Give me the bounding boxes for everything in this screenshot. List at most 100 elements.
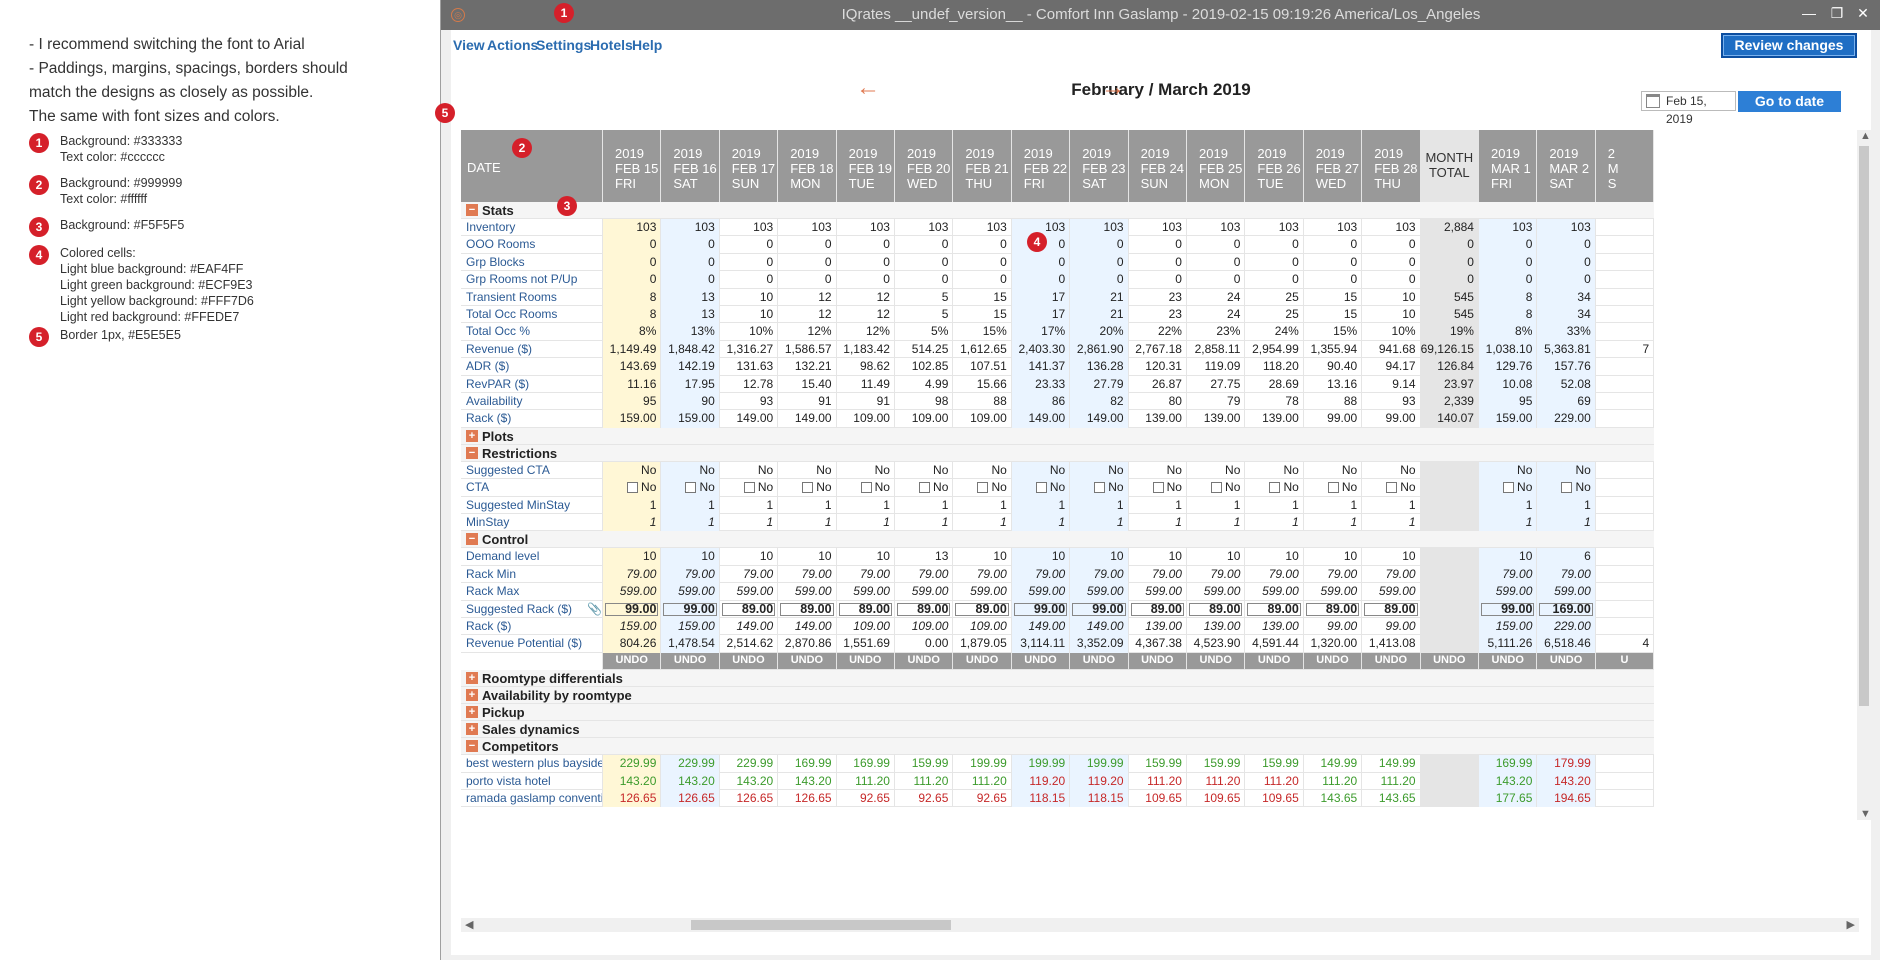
collapse-icon[interactable]: − [466,740,478,753]
section-row[interactable]: + Sales dynamics [461,721,1655,739]
table-cell[interactable]: No [1245,479,1304,497]
table-cell[interactable]: No [837,479,895,497]
cta-checkbox[interactable] [627,482,639,494]
undo-button[interactable]: UNDO [1479,652,1538,671]
date-column-header[interactable]: 2019 FEB 25 MON [1187,130,1246,202]
cta-checkbox[interactable] [685,482,697,494]
table-cell[interactable]: 89.00 [1245,600,1304,618]
month-total-header[interactable]: MONTH TOTAL [1420,130,1479,202]
undo-button[interactable]: UNDO [895,652,954,671]
undo-button[interactable]: UNDO [778,652,837,671]
scroll-down-icon[interactable]: ▼ [1860,808,1871,820]
table-cell[interactable]: No [603,479,662,497]
scroll-left-icon[interactable]: ◀ [465,918,473,931]
table-cell[interactable]: 89.00 [895,600,954,618]
section-row[interactable]: − Stats [461,202,1655,219]
date-column-header[interactable]: 2019 FEB 17 SUN [720,130,779,202]
undo-button[interactable]: UNDO [1245,652,1304,671]
cta-checkbox[interactable] [1094,482,1106,494]
table-cell[interactable]: No [1537,479,1596,497]
menu-settings[interactable]: Settings [536,37,591,53]
cta-checkbox[interactable] [919,482,931,494]
table-cell[interactable] [1596,479,1655,497]
table-cell[interactable]: No [1011,479,1071,497]
date-column-header[interactable]: 2019 FEB 22 FRI [1012,130,1071,202]
table-cell[interactable]: No [1304,479,1363,497]
date-column-header[interactable]: 2019 FEB 15 FRI [603,130,662,202]
expand-icon[interactable]: + [466,429,478,442]
table-cell[interactable] [1420,479,1479,497]
cta-checkbox[interactable] [743,482,755,494]
table-cell[interactable] [1420,600,1479,618]
section-row[interactable]: − Competitors [461,738,1655,756]
table-cell[interactable]: 89.00 [778,600,837,618]
table-cell[interactable]: 99.00 [1479,600,1538,618]
collapse-icon[interactable]: − [466,533,478,546]
table-cell[interactable]: 89.00 [1362,600,1421,618]
section-row[interactable]: + Pickup [461,704,1655,722]
scroll-up-icon[interactable]: ▲ [1860,130,1871,142]
menu-hotels[interactable]: Hotels [590,37,633,53]
undo-button[interactable]: UNDO [1537,652,1596,671]
table-cell[interactable]: No [953,479,1012,497]
undo-button[interactable]: U [1596,652,1655,671]
date-column-header[interactable]: 2019 FEB 27 WED [1304,130,1363,202]
undo-button[interactable]: UNDO [720,652,779,671]
undo-button[interactable]: UNDO [1129,652,1187,671]
date-column-header[interactable]: 2019 MAR 2 SAT [1537,130,1596,202]
date-column-header[interactable]: 2019 FEB 18 MON [778,130,837,202]
section-row[interactable]: + Plots [461,427,1655,445]
menu-view[interactable]: View [453,37,485,53]
cta-checkbox[interactable] [1269,482,1281,494]
table-cell[interactable]: No [661,479,720,497]
cta-checkbox[interactable] [1211,482,1223,494]
undo-button[interactable]: UNDO [1187,652,1246,671]
table-cell[interactable]: No [895,479,954,497]
undo-button[interactable]: UNDO [1421,652,1479,671]
vertical-scroll-thumb[interactable] [1859,146,1869,706]
section-row[interactable]: + Availability by roomtype [461,687,1655,705]
section-row[interactable]: + Roomtype differentials [461,670,1655,688]
cta-checkbox[interactable] [1035,482,1047,494]
cta-checkbox[interactable] [1561,482,1573,494]
table-cell[interactable]: 89.00 [1304,600,1363,618]
table-cell[interactable]: 89.00 [1187,600,1246,618]
table-cell[interactable]: No [778,479,837,497]
minimize-button[interactable]: — [1797,2,1821,24]
undo-button[interactable]: UNDO [661,652,720,671]
undo-button[interactable]: UNDO [603,652,662,671]
date-column-header[interactable]: 2019 FEB 26 TUE [1245,130,1304,202]
date-column-header[interactable]: 2019 MAR 1 FRI [1479,130,1538,202]
expand-icon[interactable]: + [466,689,478,702]
table-cell[interactable]: 99.00 [1011,600,1071,618]
date-input[interactable]: Feb 15, 2019 [1641,91,1736,126]
cta-checkbox[interactable] [1327,482,1339,494]
date-column-header[interactable]: 2019 FEB 28 THU [1362,130,1421,202]
date-column-header[interactable]: 2019 FEB 23 SAT [1070,130,1129,202]
go-to-date-button[interactable]: Go to date [1738,91,1841,112]
menu-help[interactable]: Help [632,37,662,53]
expand-icon[interactable]: + [466,706,478,719]
date-column-header[interactable]: 2019 FEB 16 SAT [661,130,720,202]
undo-button[interactable]: UNDO [1070,652,1129,671]
horizontal-scroll-thumb[interactable] [691,920,951,930]
table-cell[interactable]: 99.00 [1070,600,1129,618]
menu-actions[interactable]: Actions [487,37,538,53]
table-cell[interactable]: No [1479,479,1538,497]
table-cell[interactable]: 89.00 [953,600,1012,618]
table-cell[interactable]: No [1362,479,1421,497]
vertical-scrollbar[interactable]: ▲ ▼ [1857,130,1871,820]
expand-icon[interactable]: + [466,672,478,685]
collapse-icon[interactable]: − [466,446,478,459]
table-cell[interactable]: No [720,479,779,497]
cta-checkbox[interactable] [1503,482,1515,494]
table-cell[interactable]: No [1129,479,1187,497]
calendar-icon[interactable] [1646,94,1660,108]
date-column-header[interactable]: 2MS [1596,130,1655,202]
undo-button[interactable]: UNDO [953,652,1012,671]
table-cell[interactable]: 169.00 [1537,600,1596,618]
table-cell[interactable]: 99.00 [603,600,662,618]
next-month-arrow-icon[interactable]: → [1101,74,1125,102]
table-cell[interactable]: 99.00 [661,600,720,618]
undo-button[interactable]: UNDO [1304,652,1363,671]
